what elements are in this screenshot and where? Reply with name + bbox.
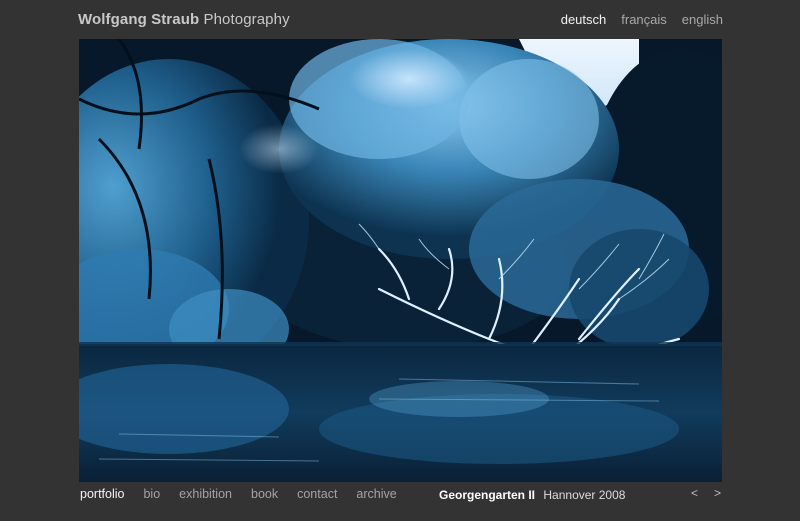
pager: < > — [691, 486, 721, 500]
page: Wolfgang Straub Photography deutsch fran… — [0, 0, 800, 521]
nav-archive-link[interactable]: archive — [356, 487, 396, 501]
nav-book-link[interactable]: book — [251, 487, 278, 501]
site-title[interactable]: Wolfgang Straub Photography — [78, 11, 290, 28]
photo-place-year: Hannover 2008 — [543, 488, 626, 502]
photo-title: Georgengarten II — [439, 488, 536, 502]
nav-portfolio-link[interactable]: portfolio — [80, 487, 124, 501]
photo-caption: Georgengarten II Hannover 2008 — [439, 488, 625, 502]
nav-contact-link[interactable]: contact — [297, 487, 337, 501]
main-photo[interactable] — [79, 39, 722, 482]
nav-exhibition-link[interactable]: exhibition — [179, 487, 232, 501]
lang-english-link[interactable]: english — [682, 12, 723, 27]
main-nav: portfolio bio exhibition book contact ar… — [80, 487, 416, 501]
site-title-suffix: Photography — [203, 11, 290, 28]
photo-image — [79, 39, 722, 482]
next-arrow-icon[interactable]: > — [714, 486, 721, 500]
language-nav: deutsch français english — [546, 12, 723, 27]
previous-arrow-icon[interactable]: < — [691, 486, 698, 500]
lang-francais-link[interactable]: français — [621, 12, 667, 27]
site-title-name: Wolfgang Straub — [78, 11, 200, 28]
nav-bio-link[interactable]: bio — [143, 487, 160, 501]
lang-deutsch-link[interactable]: deutsch — [561, 12, 607, 27]
